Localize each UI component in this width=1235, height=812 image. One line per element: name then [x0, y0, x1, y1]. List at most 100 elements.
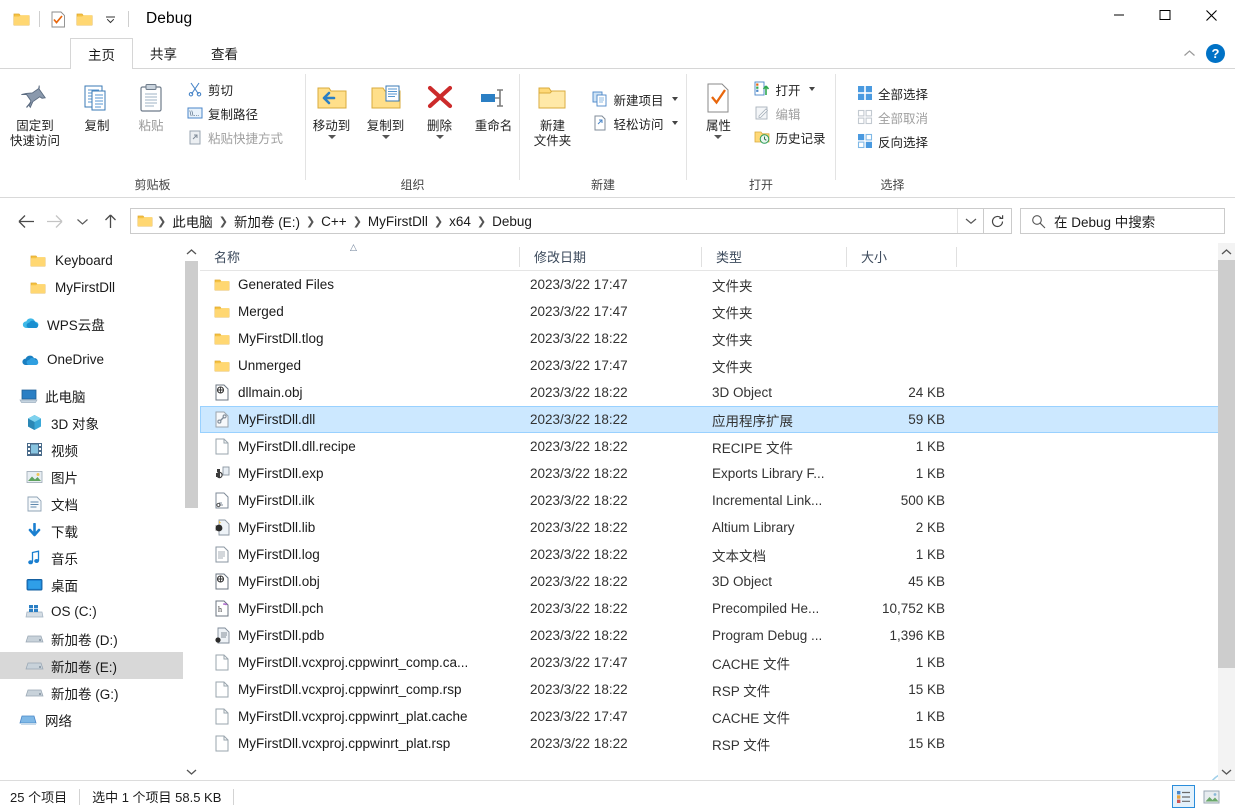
tab-share[interactable]: 共享 — [133, 38, 194, 68]
breadcrumb-item-2[interactable]: C++ — [317, 214, 351, 229]
table-row[interactable]: MyFirstDll.lib 2023/3/22 18:22 Altium Libr… — [200, 514, 1235, 541]
recent-locations-caret-icon[interactable] — [68, 206, 96, 236]
invert-selection-button[interactable]: 反向选择 — [852, 129, 933, 153]
column-header-date[interactable]: 修改日期 — [520, 243, 702, 271]
table-row[interactable]: MyFirstDll.log 2023/3/22 18:22 文本文档 1 KB — [200, 541, 1235, 568]
table-row[interactable]: MyFirstDll.pdb 2023/3/22 18:22 Program Deb… — [200, 622, 1235, 649]
details-view-button[interactable] — [1172, 785, 1195, 808]
paste-button[interactable]: 粘贴 — [124, 75, 178, 134]
nav-scroll-thumb[interactable] — [185, 261, 198, 508]
paste-shortcut-button[interactable]: 粘贴快捷方式 — [182, 125, 288, 149]
table-row[interactable]: MyFirstDll.obj 2023/3/22 18:22 3D Object 45… — [200, 568, 1235, 595]
select-none-button[interactable]: 全部取消 — [852, 105, 933, 129]
file-scroll-down-arrow[interactable] — [1218, 763, 1235, 780]
properties-caret-icon[interactable] — [714, 135, 723, 139]
column-header-name[interactable]: 名称 △ — [200, 243, 520, 271]
new-item-button[interactable]: 新建项目 — [587, 87, 682, 111]
open-button[interactable]: 打开 — [749, 77, 830, 101]
tab-home[interactable]: 主页 — [70, 38, 133, 69]
thumbnail-view-button[interactable] — [1200, 785, 1223, 808]
properties-button[interactable]: 属性 — [691, 75, 745, 139]
search-box[interactable]: 在 Debug 中搜索 — [1020, 208, 1225, 234]
table-row[interactable]: MyFirstDll.vcxproj.cppwinrt_plat.rsp 2023… — [200, 730, 1235, 757]
table-row[interactable]: MyFirstDll.dll 2023/3/22 18:22 应用程序扩展 59 KB — [200, 406, 1235, 433]
sidebar-item-videos[interactable]: 视频 — [0, 436, 200, 463]
delete-button[interactable]: 删除 — [413, 75, 467, 139]
sidebar-item-network[interactable]: 网络 — [0, 706, 200, 733]
move-to-button[interactable]: 移动到 — [305, 75, 359, 139]
sidebar-item-desktop[interactable]: 桌面 — [0, 571, 200, 598]
copy-path-button[interactable]: \\... 复制路径 — [182, 101, 288, 125]
breadcrumb-item-3[interactable]: MyFirstDll — [364, 214, 432, 229]
cut-button[interactable]: 剪切 — [182, 77, 288, 101]
file-scroll-thumb[interactable] — [1218, 260, 1235, 668]
table-row[interactable]: MyFirstDll.dll.recipe 2023/3/22 18:22 RECI… — [200, 433, 1235, 460]
open-caret-icon[interactable] — [808, 87, 815, 91]
navigation-scrollbar[interactable] — [183, 243, 200, 780]
file-scroll-up-arrow[interactable] — [1218, 243, 1235, 260]
properties-check-icon[interactable] — [45, 6, 71, 32]
close-button[interactable] — [1188, 0, 1235, 30]
table-row[interactable]: MyFirstDll.ilk 2023/3/22 18:22 Incremental… — [200, 487, 1235, 514]
back-button[interactable] — [12, 206, 40, 236]
breadcrumb-path-box[interactable]: ❯ 此电脑 ❯ 新加卷 (E:) ❯ C++ ❯ MyFirstDll ❯ x6… — [130, 208, 984, 234]
sidebar-item-drive-e[interactable]: 新加卷 (E:) — [0, 652, 200, 679]
sidebar-item-3d-objects[interactable]: 3D 对象 — [0, 409, 200, 436]
sidebar-item-drive-d[interactable]: 新加卷 (D:) — [0, 625, 200, 652]
path-dropdown-caret-icon[interactable] — [957, 209, 983, 233]
maximize-button[interactable] — [1142, 0, 1188, 30]
column-header-type[interactable]: 类型 — [702, 243, 847, 271]
customize-qat-caret-icon[interactable] — [97, 6, 123, 32]
select-all-button[interactable]: 全部选择 — [852, 81, 933, 105]
table-row[interactable]: Generated Files 2023/3/22 17:47 文件夹 — [200, 271, 1235, 298]
forward-button[interactable] — [40, 206, 68, 236]
easy-access-button[interactable]: 轻松访问 — [587, 111, 682, 135]
move-to-caret-icon[interactable] — [327, 135, 336, 139]
table-row[interactable]: Merged 2023/3/22 17:47 文件夹 — [200, 298, 1235, 325]
table-row[interactable]: MyFirstDll.vcxproj.cppwinrt_comp.ca... 20… — [200, 649, 1235, 676]
chevron-up-icon[interactable] — [1178, 42, 1200, 64]
sidebar-item-drive-g[interactable]: 新加卷 (G:) — [0, 679, 200, 706]
sidebar-item-myfirstdll[interactable]: MyFirstDll — [0, 274, 200, 301]
up-button[interactable] — [96, 206, 124, 236]
nav-scroll-up-arrow[interactable] — [183, 243, 200, 260]
new-folder-icon[interactable] — [71, 6, 97, 32]
edit-button[interactable]: 编辑 — [749, 101, 830, 125]
tab-view[interactable]: 查看 — [194, 38, 255, 68]
nav-scroll-down-arrow[interactable] — [183, 763, 200, 780]
sidebar-item-this-pc[interactable]: 此电脑 — [0, 382, 200, 409]
new-folder-button[interactable]: 新建 文件夹 — [523, 75, 581, 149]
copy-to-caret-icon[interactable] — [381, 135, 390, 139]
sidebar-item-os-c[interactable]: OS (C:) — [0, 598, 200, 625]
refresh-button[interactable] — [984, 208, 1012, 234]
breadcrumb-item-0[interactable]: 此电脑 — [168, 211, 217, 231]
sidebar-item-pictures[interactable]: 图片 — [0, 463, 200, 490]
copy-button[interactable]: 复制 — [70, 75, 124, 134]
table-row[interactable]: Unmerged 2023/3/22 17:47 文件夹 — [200, 352, 1235, 379]
sidebar-item-onedrive[interactable]: OneDrive — [0, 346, 200, 373]
new-item-caret-icon[interactable] — [671, 97, 678, 101]
sidebar-item-wps-cloud[interactable]: WPS云盘 — [0, 310, 200, 337]
breadcrumb-item-5[interactable]: Debug — [488, 214, 536, 229]
pin-to-quick-access-button[interactable]: 固定到 快速访问 — [0, 75, 70, 149]
table-row[interactable]: MyFirstDll.tlog 2023/3/22 18:22 文件夹 — [200, 325, 1235, 352]
history-button[interactable]: 历史记录 — [749, 125, 830, 149]
help-icon[interactable]: ? — [1206, 43, 1225, 63]
table-row[interactable]: MyFirstDll.vcxproj.cppwinrt_comp.rsp 2023… — [200, 676, 1235, 703]
table-row[interactable]: dllmain.obj 2023/3/22 18:22 3D Object 24 KB — [200, 379, 1235, 406]
sidebar-item-documents[interactable]: 文档 — [0, 490, 200, 517]
breadcrumb-item-1[interactable]: 新加卷 (E:) — [230, 211, 304, 231]
table-row[interactable]: MyFirstDll.exp 2023/3/22 18:22 Exports Lib… — [200, 460, 1235, 487]
table-row[interactable]: h MyFirstDll.pch 2023/3/22 18:22 Precompile… — [200, 595, 1235, 622]
sidebar-item-keyboard[interactable]: Keyboard — [0, 247, 200, 274]
table-row[interactable]: MyFirstDll.vcxproj.cppwinrt_plat.cache 20… — [200, 703, 1235, 730]
sidebar-item-downloads[interactable]: 下载 — [0, 517, 200, 544]
copy-to-button[interactable]: 复制到 — [359, 75, 413, 139]
rename-button[interactable]: 重命名 — [467, 75, 521, 134]
file-list-scrollbar[interactable] — [1218, 243, 1235, 780]
sidebar-item-music[interactable]: 音乐 — [0, 544, 200, 571]
column-header-size[interactable]: 大小 — [847, 243, 957, 271]
breadcrumb-item-4[interactable]: x64 — [445, 214, 475, 229]
folder-icon[interactable] — [8, 6, 34, 32]
minimize-button[interactable] — [1096, 0, 1142, 30]
